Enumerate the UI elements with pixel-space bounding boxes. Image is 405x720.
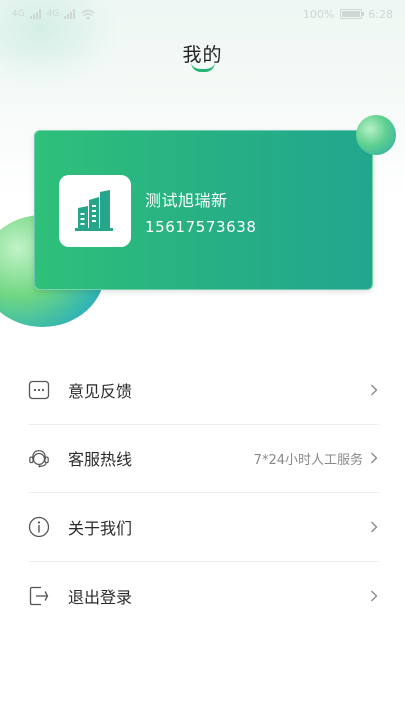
title-underline-smile bbox=[191, 62, 215, 72]
profile-phone: 15617573638 bbox=[145, 218, 257, 236]
chevron-right-icon bbox=[369, 589, 379, 603]
profile-screen: 4G 4G 100% 6:28 我的 测试旭瑞新 15617573638 意见反… bbox=[0, 0, 405, 720]
info-icon bbox=[28, 516, 50, 538]
chevron-right-icon bbox=[369, 451, 379, 465]
signal-icon-2 bbox=[64, 9, 76, 19]
menu-label-feedback: 意见反馈 bbox=[68, 381, 133, 401]
avatar bbox=[59, 175, 131, 247]
menu-item-about[interactable]: 关于我们 bbox=[28, 493, 379, 562]
status-time: 6:28 bbox=[368, 7, 393, 21]
signal-icon bbox=[29, 9, 41, 19]
status-right: 100% 6:28 bbox=[303, 8, 393, 21]
status-bar: 4G 4G 100% 6:28 bbox=[0, 0, 405, 28]
signal-label-b: 4G bbox=[46, 9, 60, 19]
headset-icon bbox=[28, 447, 50, 469]
menu-label-hotline: 客服热线 bbox=[68, 450, 133, 470]
decorative-ball-right bbox=[356, 115, 396, 155]
chevron-right-icon bbox=[369, 520, 379, 534]
menu-label-logout: 退出登录 bbox=[68, 587, 133, 607]
battery-percent: 100% bbox=[302, 7, 335, 21]
chevron-right-icon bbox=[369, 383, 379, 397]
feedback-icon bbox=[28, 379, 50, 401]
menu-item-hotline[interactable]: 客服热线 7*24小时人工服务 bbox=[28, 425, 379, 493]
menu-extra-hotline: 7*24小时人工服务 bbox=[253, 452, 363, 468]
settings-menu: 意见反馈 客服热线 7*24小时人工服务 关于我们 退出登录 bbox=[28, 356, 379, 630]
logout-icon bbox=[28, 585, 50, 607]
menu-item-logout[interactable]: 退出登录 bbox=[28, 562, 379, 631]
menu-label-about: 关于我们 bbox=[68, 518, 133, 538]
profile-name: 测试旭瑞新 bbox=[145, 191, 228, 210]
battery-icon bbox=[340, 9, 365, 19]
menu-item-feedback[interactable]: 意见反馈 bbox=[28, 356, 379, 425]
profile-card[interactable]: 测试旭瑞新 15617573638 bbox=[34, 130, 373, 290]
wifi-icon bbox=[81, 9, 95, 19]
building-icon bbox=[75, 190, 113, 231]
signal-label-a: 4G bbox=[12, 9, 25, 19]
status-left: 4G 4G bbox=[12, 9, 95, 20]
